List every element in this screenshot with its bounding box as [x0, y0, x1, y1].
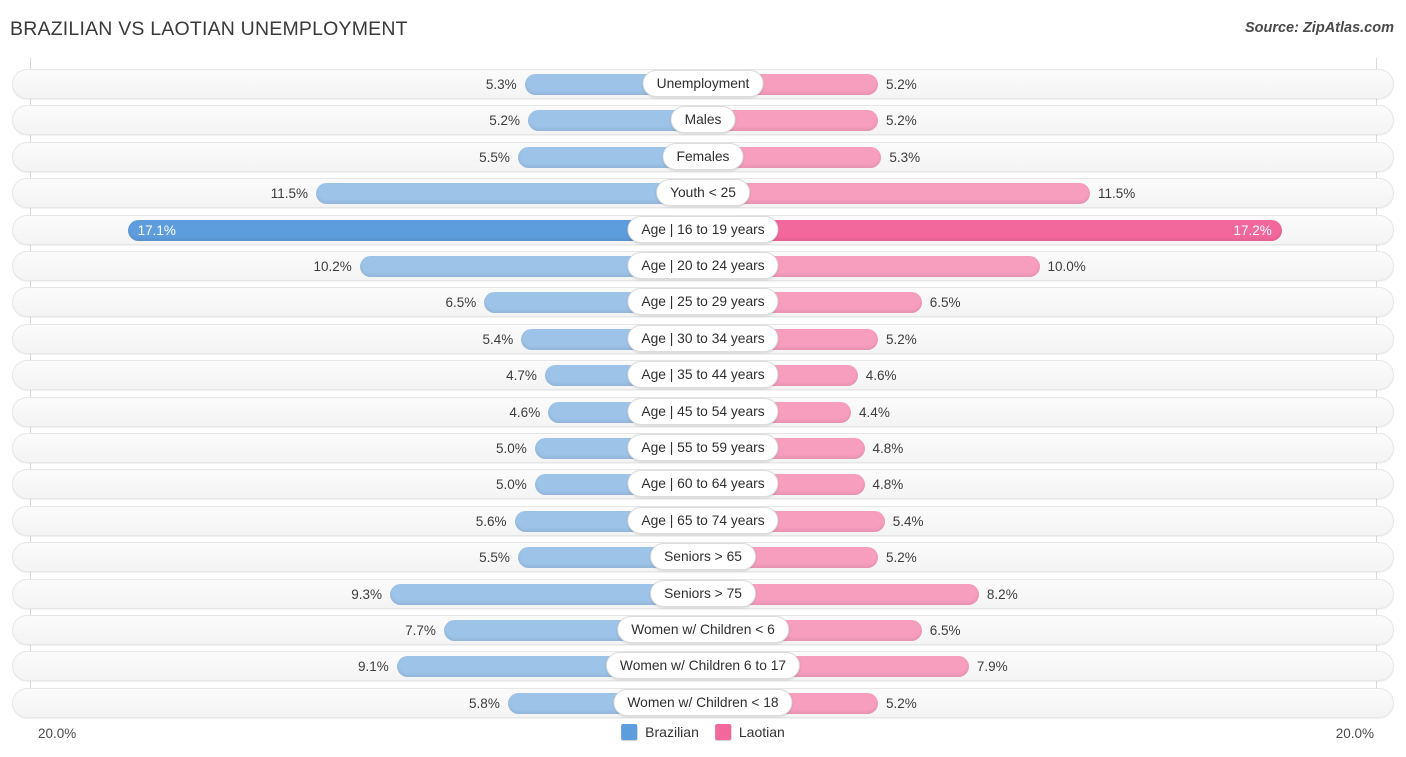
legend-label: Laotian: [738, 724, 785, 740]
table-row[interactable]: 10.2% 10.0% Age | 20 to 24 years: [0, 248, 1406, 284]
legend-swatch-icon: [621, 724, 638, 740]
value-label-right: 6.5%: [929, 623, 961, 638]
table-row[interactable]: 4.7% 4.6% Age | 35 to 44 years: [0, 357, 1406, 393]
axis-max-label-left: 20.0%: [38, 726, 77, 741]
table-row[interactable]: 6.5% 6.5% Age | 25 to 29 years: [0, 284, 1406, 320]
value-label-left: 5.0%: [495, 477, 527, 493]
table-row[interactable]: 17.1% 17.2% Age | 16 to 19 years: [0, 212, 1406, 248]
value-label-left: 5.8%: [469, 695, 500, 711]
table-row[interactable]: 4.6% 4.4% Age | 45 to 54 years: [0, 394, 1406, 430]
value-label-left: 6.5%: [445, 295, 477, 311]
row-label-pill[interactable]: Seniors > 65: [650, 543, 756, 571]
legend-item[interactable]: Brazilian: [621, 724, 699, 740]
table-row[interactable]: 9.3% 8.2% Seniors > 75: [0, 576, 1406, 612]
value-label-right: 4.8%: [872, 477, 904, 493]
row-label-pill[interactable]: Age | 16 to 19 years: [627, 215, 779, 243]
bar-right-laotian[interactable]: [703, 219, 1282, 241]
row-label-pill[interactable]: Age | 65 to 74 years: [627, 506, 779, 534]
value-label-left: 10.2%: [313, 259, 352, 274]
legend-swatch-icon: [714, 724, 731, 740]
bar-left-brazilian[interactable]: [316, 183, 703, 205]
row-label-pill[interactable]: Age | 30 to 34 years: [627, 324, 779, 352]
legend-item[interactable]: Laotian: [714, 724, 785, 740]
row-label-pill[interactable]: Youth < 25: [656, 179, 750, 207]
row-label-pill[interactable]: Unemployment: [642, 70, 764, 97]
source-attribution: Source: ZipAtlas.com: [1244, 20, 1394, 36]
bar-right-laotian[interactable]: [703, 183, 1090, 205]
value-label-right: 17.2%: [1233, 222, 1272, 238]
chart-header: BRAZILIAN VS LAOTIAN UNEMPLOYMENT Source…: [0, 0, 1406, 58]
page-title: BRAZILIAN VS LAOTIAN UNEMPLOYMENT: [10, 18, 408, 40]
bar-left-brazilian[interactable]: [127, 219, 703, 241]
value-label-right: 5.2%: [885, 77, 917, 92]
value-label-right: 7.9%: [976, 659, 1008, 675]
table-row[interactable]: 5.5% 5.2% Seniors > 65: [0, 539, 1406, 575]
value-label-left: 4.6%: [509, 404, 541, 420]
row-label-pill[interactable]: Women w/ Children < 18: [613, 688, 793, 716]
chart-plot-area: 5.3% 5.2% Unemployment 5.2% 5.2% Males 5.5% 5.3…: [0, 58, 1406, 718]
value-label-left: 5.6%: [475, 513, 507, 529]
row-label-pill[interactable]: Women w/ Children < 6: [617, 616, 789, 643]
value-label-right: 5.4%: [892, 513, 924, 529]
value-label-left: 9.1%: [358, 659, 389, 675]
value-label-right: 6.5%: [929, 295, 961, 311]
value-label-right: 11.5%: [1097, 186, 1136, 202]
chart-legend: Brazilian Laotian: [621, 724, 785, 740]
chart-root: BRAZILIAN VS LAOTIAN UNEMPLOYMENT Source…: [0, 0, 1406, 757]
value-label-left: 5.5%: [479, 149, 510, 165]
row-label-pill[interactable]: Age | 55 to 59 years: [627, 434, 779, 461]
value-label-left: 5.2%: [489, 113, 521, 129]
value-label-left: 17.1%: [137, 222, 176, 238]
table-row[interactable]: 5.3% 5.2% Unemployment: [0, 66, 1406, 102]
row-label-pill[interactable]: Seniors > 75: [650, 579, 756, 607]
value-label-left: 5.3%: [485, 77, 517, 92]
value-label-right: 5.3%: [889, 149, 921, 165]
value-label-left: 5.5%: [479, 550, 510, 566]
value-label-left: 5.4%: [482, 331, 514, 347]
table-row[interactable]: 11.5% 11.5% Youth < 25: [0, 175, 1406, 211]
value-label-left: 9.3%: [351, 586, 383, 602]
value-label-right: 5.2%: [885, 113, 917, 129]
value-label-right: 5.2%: [885, 695, 917, 711]
value-label-right: 4.8%: [872, 441, 904, 456]
row-label-pill[interactable]: Females: [662, 142, 744, 170]
table-row[interactable]: 5.0% 4.8% Age | 60 to 64 years: [0, 466, 1406, 502]
chart-footer: 20.0% 20.0% Brazilian Laotian: [0, 718, 1406, 757]
table-row[interactable]: 5.2% 5.2% Males: [0, 102, 1406, 138]
value-label-right: 5.2%: [885, 331, 917, 347]
table-row[interactable]: 5.0% 4.8% Age | 55 to 59 years: [0, 430, 1406, 466]
table-row[interactable]: 5.6% 5.4% Age | 65 to 74 years: [0, 503, 1406, 539]
table-row[interactable]: 9.1% 7.9% Women w/ Children 6 to 17: [0, 648, 1406, 684]
value-label-right: 4.4%: [859, 404, 890, 420]
row-label-pill[interactable]: Age | 45 to 54 years: [627, 397, 779, 425]
row-label-pill[interactable]: Males: [670, 106, 736, 134]
table-row[interactable]: 5.8% 5.2% Women w/ Children < 18: [0, 685, 1406, 721]
value-label-left: 7.7%: [405, 623, 436, 638]
row-label-pill[interactable]: Women w/ Children 6 to 17: [605, 652, 801, 680]
table-row[interactable]: 5.5% 5.3% Females: [0, 139, 1406, 175]
value-label-right: 8.2%: [986, 586, 1018, 602]
value-label-right: 10.0%: [1047, 259, 1086, 274]
value-label-right: 4.6%: [865, 368, 897, 384]
table-row[interactable]: 7.7% 6.5% Women w/ Children < 6: [0, 612, 1406, 648]
row-label-pill[interactable]: Age | 20 to 24 years: [627, 252, 779, 279]
value-label-right: 5.2%: [885, 550, 917, 566]
row-label-pill[interactable]: Age | 60 to 64 years: [627, 470, 779, 498]
value-label-left: 5.0%: [495, 441, 527, 456]
axis-max-label-right: 20.0%: [1335, 726, 1374, 741]
legend-label: Brazilian: [645, 724, 699, 740]
value-label-left: 4.7%: [506, 368, 537, 384]
row-label-pill[interactable]: Age | 35 to 44 years: [627, 361, 779, 389]
value-label-left: 11.5%: [270, 186, 309, 202]
row-label-pill[interactable]: Age | 25 to 29 years: [627, 288, 779, 316]
table-row[interactable]: 5.4% 5.2% Age | 30 to 34 years: [0, 321, 1406, 357]
